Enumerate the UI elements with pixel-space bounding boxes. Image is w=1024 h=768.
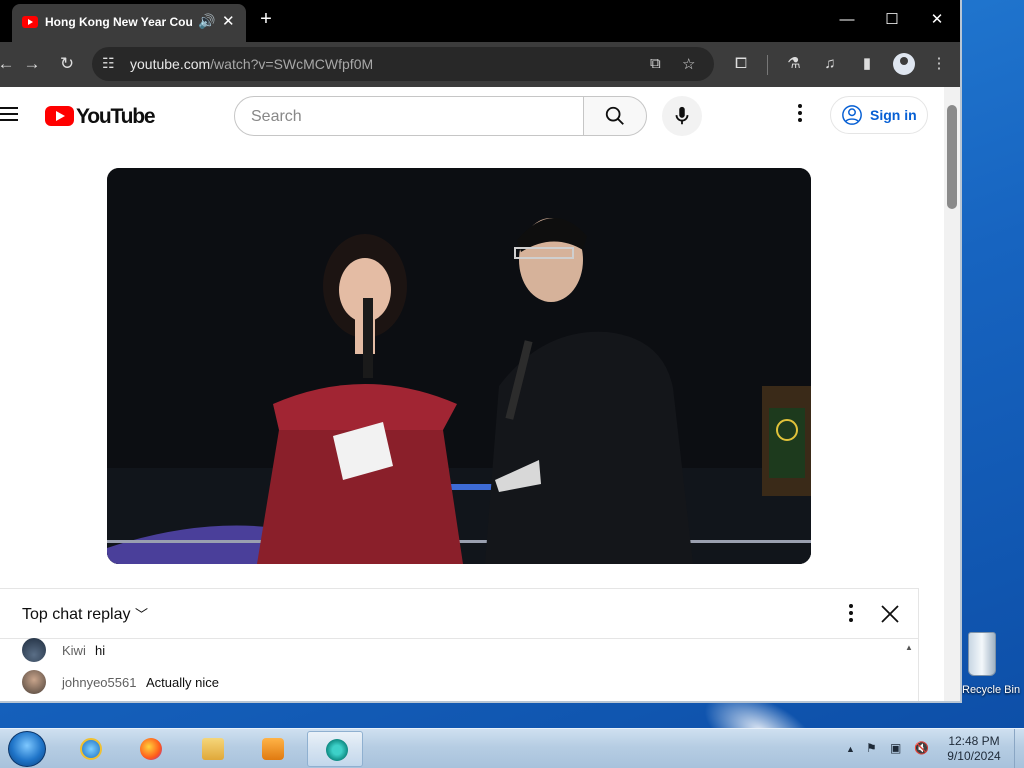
- address-bar[interactable]: ☷ youtube.com/watch?v=SWcMCWfpf0M ⧉ ☆: [92, 47, 714, 81]
- search-input[interactable]: [251, 106, 571, 128]
- taskbar-media-player[interactable]: [244, 731, 300, 767]
- youtube-play-icon: [45, 106, 74, 126]
- url-text[interactable]: youtube.com/watch?v=SWcMCWfpf0M: [130, 56, 373, 72]
- scroll-up-icon[interactable]: ▲: [905, 643, 913, 652]
- browser-window: Hong Kong New Year Cou 🔊 ✕ + — ☐ ✕ ← → ↻…: [0, 0, 962, 703]
- search-button[interactable]: [583, 96, 647, 136]
- settings-more-icon[interactable]: [790, 104, 810, 128]
- url-domain: youtube.com: [130, 56, 211, 72]
- more-icon[interactable]: ⋮: [928, 53, 950, 75]
- profile-icon[interactable]: [893, 53, 915, 75]
- chat-text: Actually nice: [146, 675, 219, 690]
- chat-mode-dropdown[interactable]: Top chat replay ﹀: [22, 604, 148, 624]
- search-box[interactable]: [234, 96, 584, 136]
- chrome-icon: [326, 739, 348, 761]
- video-player[interactable]: [107, 168, 811, 564]
- sidepanel-icon[interactable]: ▮: [856, 53, 878, 75]
- youtube-wordmark: YouTube: [76, 105, 156, 128]
- youtube-favicon: [22, 16, 38, 28]
- taskbar-firefox[interactable]: [122, 731, 178, 767]
- flag-icon[interactable]: ⚑: [866, 741, 877, 755]
- new-tab-button[interactable]: +: [256, 9, 276, 31]
- page-scrollbar[interactable]: [944, 87, 960, 701]
- internet-explorer-icon: [80, 738, 102, 760]
- labs-icon[interactable]: ⚗: [783, 53, 805, 75]
- clock-date: 9/10/2024: [947, 749, 1001, 763]
- tab-youtube[interactable]: Hong Kong New Year Cou 🔊 ✕: [12, 4, 246, 42]
- chat-header: Top chat replay ﹀: [0, 589, 918, 639]
- search-icon: [605, 106, 624, 125]
- taskbar-chrome[interactable]: [307, 731, 363, 767]
- start-button[interactable]: [8, 731, 46, 767]
- sign-in-button[interactable]: Sign in: [830, 96, 928, 134]
- minimize-button[interactable]: —: [824, 6, 870, 34]
- voice-search-button[interactable]: [662, 96, 702, 136]
- folder-icon: [202, 738, 224, 760]
- reload-icon[interactable]: ↻: [55, 52, 79, 76]
- chat-text: hi: [95, 643, 106, 658]
- chat-close-icon[interactable]: [880, 604, 900, 624]
- firefox-icon: [140, 738, 162, 760]
- taskbar: ▲ ⚑ ▣ 🔇 12:48 PM 9/10/2024: [0, 728, 1024, 768]
- menu-icon[interactable]: [0, 107, 18, 121]
- window-close-button[interactable]: ✕: [914, 6, 960, 34]
- install-icon[interactable]: ⧉: [650, 55, 661, 72]
- mic-icon: [675, 106, 689, 125]
- forward-icon[interactable]: →: [20, 52, 44, 76]
- media-icon[interactable]: ♫: [819, 53, 841, 75]
- volume-muted-icon[interactable]: 🔇: [914, 741, 929, 755]
- tune-icon[interactable]: ☷: [102, 55, 115, 72]
- tab-close-icon[interactable]: ✕: [222, 12, 235, 30]
- chat-panel: Top chat replay ﹀ Kiwi hi johnyeo5561 Ac…: [0, 588, 919, 701]
- recycle-bin-label: Recycle Bin: [962, 684, 1021, 696]
- network-icon[interactable]: ▣: [890, 741, 901, 755]
- chat-author[interactable]: johnyeo5561: [62, 675, 136, 690]
- tab-title: Hong Kong New Year Cou: [45, 15, 193, 29]
- video-frame: [107, 168, 811, 564]
- chevron-down-icon: ﹀: [134, 607, 148, 622]
- title-bar: Hong Kong New Year Cou 🔊 ✕ + — ☐ ✕: [0, 0, 960, 42]
- chat-author[interactable]: Kiwi: [62, 643, 86, 658]
- taskbar-file-explorer[interactable]: [184, 731, 240, 767]
- chat-mode-label: Top chat replay: [22, 606, 131, 623]
- recycle-bin[interactable]: Recycle Bin: [962, 628, 1024, 708]
- avatar: [22, 670, 46, 694]
- toolbar-separator: [767, 55, 768, 75]
- star-icon[interactable]: ☆: [682, 55, 695, 73]
- clock-time: 12:48 PM: [948, 734, 1000, 748]
- back-icon[interactable]: ←: [0, 52, 18, 76]
- avatar: [22, 638, 46, 662]
- speaker-icon[interactable]: 🔊: [198, 13, 215, 30]
- url-path: /watch?v=SWcMCWfpf0M: [210, 56, 374, 72]
- scrollbar-thumb[interactable]: [947, 105, 957, 209]
- clock[interactable]: 12:48 PM 9/10/2024: [935, 734, 1013, 764]
- browser-toolbar: ← → ↻ ☷ youtube.com/watch?v=SWcMCWfpf0M …: [0, 42, 960, 87]
- show-desktop-button[interactable]: [1014, 729, 1024, 768]
- youtube-page: YouTube Sign in: [0, 87, 944, 701]
- media-player-icon: [262, 738, 284, 760]
- chat-more-icon[interactable]: [846, 604, 856, 626]
- maximize-button[interactable]: ☐: [869, 6, 915, 34]
- recycle-bin-icon: [968, 632, 996, 676]
- sign-in-label: Sign in: [870, 107, 917, 123]
- account-icon: [842, 105, 862, 125]
- show-hidden-icons[interactable]: ▲: [846, 744, 855, 754]
- extensions-icon[interactable]: ⧠: [730, 53, 752, 75]
- taskbar-internet-explorer[interactable]: [62, 731, 118, 767]
